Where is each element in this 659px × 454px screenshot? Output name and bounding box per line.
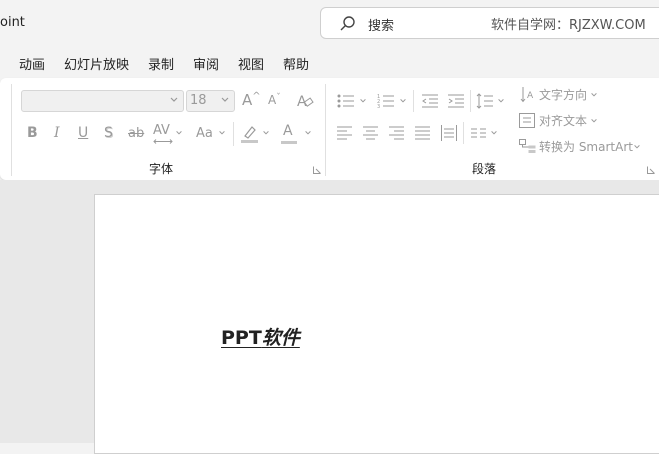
divider [325,84,326,176]
font-size-dropdown[interactable]: 18 [186,90,235,112]
chevron-down-icon [491,131,497,135]
decrease-font-label: A [268,93,277,107]
svg-text:3: 3 [377,104,380,109]
underline-button[interactable]: U [78,125,88,141]
text-direction-icon: A [520,87,534,103]
tab-view[interactable]: 视图 [238,54,264,73]
slide[interactable] [94,194,659,454]
search-input[interactable]: 搜索 软件自学网：RJZXW.COM [320,7,659,39]
dialog-launcher-icon[interactable] [647,166,655,174]
align-text-icon [519,113,535,128]
caret-down-icon: ˇ [276,93,281,103]
svg-text:A: A [297,94,307,110]
align-center-icon[interactable] [363,126,379,140]
chevron-down-icon [221,97,229,102]
divider [11,84,12,176]
divider [463,122,464,144]
slide-text-box[interactable]: PPT软件 [221,323,300,350]
tab-record[interactable]: 录制 [148,54,174,73]
chevron-down-icon [591,119,597,123]
tab-animations[interactable]: 动画 [19,54,45,73]
convert-smartart-label: 转换为 SmartArt [539,140,633,154]
bold-button[interactable]: B [27,125,38,141]
chevron-down-icon [591,93,597,97]
chevron-down-icon [305,131,311,135]
decrease-indent-icon[interactable] [421,93,439,109]
align-text-label: 对齐文本 [539,114,588,128]
divider [470,90,471,112]
caret-up-icon: ^ [252,91,261,102]
italic-button[interactable]: I [54,125,60,141]
char-spacing-label: AV [153,123,170,138]
slide-text-main: PPT [221,327,262,349]
increase-indent-icon[interactable] [447,93,465,109]
align-right-icon[interactable] [389,126,405,140]
tab-slideshow[interactable]: 幻灯片放映 [64,54,129,73]
watermark-text: 软件自学网：RJZXW.COM [491,18,646,33]
chevron-down-icon [170,97,178,102]
columns-icon[interactable] [471,127,487,139]
chevron-down-icon [634,145,640,149]
search-placeholder: 搜索 [368,19,395,34]
font-color-bar [281,141,297,144]
chevron-down-icon [263,131,269,135]
paragraph-group-label: 段落 [472,162,497,176]
strikethrough-button[interactable]: ab [128,126,144,141]
smartart-icon [519,139,536,153]
font-group-label: 字体 [149,162,174,176]
svg-text:A: A [527,91,534,101]
numbering-icon[interactable]: 1 2 3 [377,93,395,109]
title-bar: oint 搜索 软件自学网：RJZXW.COM [0,0,659,46]
font-name-dropdown[interactable] [21,90,184,112]
divider [233,122,234,146]
increase-font-label: A [242,91,253,109]
tab-help[interactable]: 帮助 [283,54,309,73]
dialog-launcher-icon[interactable] [313,166,321,174]
chevron-down-icon [176,131,182,135]
search-icon [340,16,355,31]
bullets-icon[interactable] [337,93,355,109]
ribbon: 18 A^ Aˇ A B I U S ab AV Aa A 字体 1 2 3 A… [0,78,659,180]
distributed-align-icon[interactable] [441,125,457,141]
spacing-arrow-icon [153,139,173,144]
text-direction-label: 文字方向 [539,88,588,102]
decrease-font-button[interactable]: Aˇ [268,93,281,107]
chevron-down-icon [360,99,366,103]
app-title: oint [0,15,25,30]
justify-icon[interactable] [415,126,431,140]
increase-font-button[interactable]: A^ [242,91,261,109]
line-spacing-icon[interactable] [476,92,494,110]
shadow-button[interactable]: S [104,125,113,141]
tab-review[interactable]: 审阅 [193,54,219,73]
char-spacing-button[interactable]: AV [153,123,173,144]
slide-text-italic: 软件 [261,327,300,349]
font-color-label: A [283,123,293,139]
align-left-icon[interactable] [337,126,353,140]
change-case-button[interactable]: Aa [196,126,213,141]
chevron-down-icon [498,99,504,103]
divider [413,90,414,112]
font-color-button[interactable]: A [281,123,297,144]
font-size-value: 18 [190,93,207,108]
chevron-down-icon [400,99,406,103]
highlight-icon[interactable] [240,123,260,145]
chevron-down-icon [219,131,225,135]
clear-formatting-icon[interactable]: A [296,92,314,110]
